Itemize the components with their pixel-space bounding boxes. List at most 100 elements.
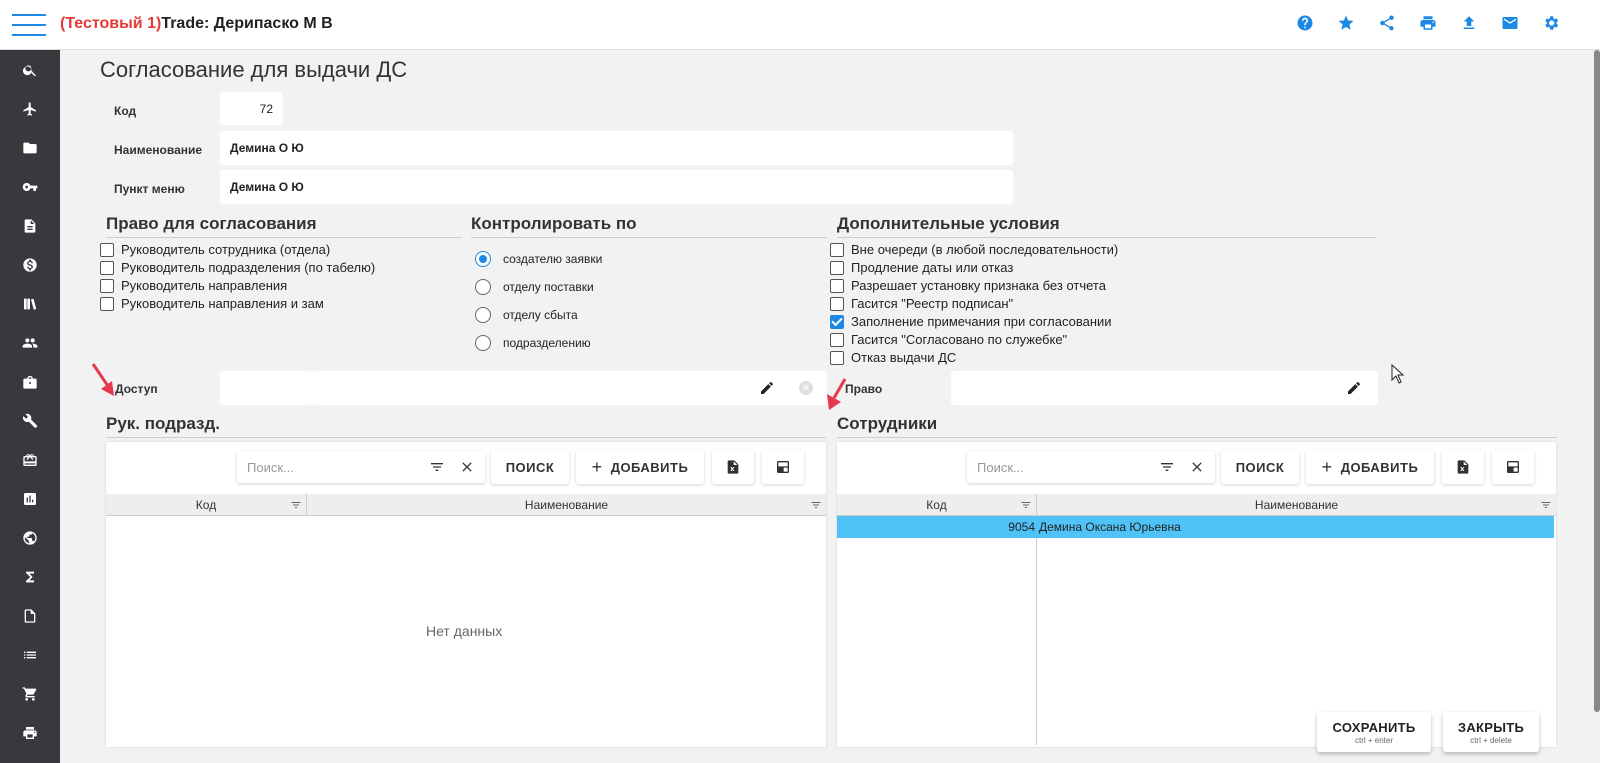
left-search-button[interactable]: ПОИСК bbox=[491, 450, 569, 484]
upload-icon[interactable] bbox=[1460, 14, 1478, 32]
control-option[interactable]: отделу сбыта bbox=[475, 307, 578, 323]
extra-option[interactable]: Разрешает установку признака без отчета bbox=[830, 278, 1106, 293]
left-add-button[interactable]: + ДОБАВИТЬ bbox=[576, 450, 704, 484]
left-columns-button[interactable] bbox=[762, 450, 804, 484]
mail-icon[interactable] bbox=[1501, 14, 1519, 32]
rights-option[interactable]: Руководитель направления bbox=[100, 278, 287, 293]
right-clear-search-icon[interactable] bbox=[1189, 459, 1205, 475]
right-field[interactable] bbox=[951, 371, 1378, 405]
menu-item-field[interactable]: Демина О Ю bbox=[220, 170, 1013, 204]
sidebar-item-business[interactable] bbox=[0, 362, 60, 401]
right-search-button[interactable]: ПОИСК bbox=[1221, 450, 1299, 484]
radio-button[interactable] bbox=[475, 335, 491, 351]
print-icon[interactable] bbox=[1419, 14, 1437, 32]
right-filter-icon[interactable] bbox=[1159, 459, 1175, 475]
left-search-input[interactable] bbox=[247, 459, 415, 475]
name-label: Наименование bbox=[114, 143, 203, 157]
gear-icon[interactable] bbox=[1542, 14, 1560, 32]
filter-icon[interactable] bbox=[1020, 499, 1032, 511]
checkbox[interactable] bbox=[830, 260, 844, 275]
menu-icon[interactable] bbox=[12, 12, 46, 38]
table-row[interactable]: 9054 Демина Оксана Юрьевна bbox=[837, 516, 1554, 538]
checkbox[interactable] bbox=[830, 350, 844, 365]
filter-icon[interactable] bbox=[290, 499, 302, 511]
right-edit-icon[interactable] bbox=[1346, 380, 1362, 396]
left-col-code[interactable]: Код bbox=[106, 494, 307, 516]
sidebar-item-cart[interactable] bbox=[0, 674, 60, 713]
sidebar-item-flights[interactable] bbox=[0, 89, 60, 128]
left-grid-title: Рук. подразд. bbox=[106, 414, 826, 438]
extra-option[interactable]: Отказ выдачи ДС bbox=[830, 350, 956, 365]
rights-option[interactable]: Руководитель подразделения (по табелю) bbox=[100, 260, 375, 275]
access-edit-icon[interactable] bbox=[759, 380, 775, 396]
extra-option-label: Вне очереди (в любой последовательности) bbox=[851, 242, 1119, 257]
save-button[interactable]: СОХРАНИТЬ ctrl + enter bbox=[1317, 712, 1431, 752]
rights-option[interactable]: Руководитель направления и зам bbox=[100, 296, 324, 311]
sidebar-item-keys[interactable] bbox=[0, 167, 60, 206]
checkbox[interactable] bbox=[830, 242, 844, 257]
globe-icon bbox=[23, 530, 37, 545]
left-filter-icon[interactable] bbox=[429, 459, 445, 475]
checkbox[interactable] bbox=[830, 332, 844, 347]
page-scrollbar[interactable] bbox=[1594, 50, 1600, 712]
checkbox[interactable] bbox=[100, 296, 114, 311]
sidebar-item-users[interactable] bbox=[0, 323, 60, 362]
checkbox[interactable] bbox=[830, 314, 844, 329]
right-columns-button[interactable] bbox=[1492, 450, 1534, 484]
close-button[interactable]: ЗАКРЫТЬ ctrl + delete bbox=[1443, 712, 1539, 752]
extra-option[interactable]: Гасится "Согласовано по служебке" bbox=[830, 332, 1067, 347]
checkbox[interactable] bbox=[830, 296, 844, 311]
excel-icon bbox=[727, 460, 739, 474]
checkbox[interactable] bbox=[100, 278, 114, 293]
filter-icon[interactable] bbox=[1540, 499, 1552, 511]
access-name-field[interactable] bbox=[312, 371, 827, 405]
checkbox[interactable] bbox=[830, 278, 844, 293]
sidebar-item-files[interactable] bbox=[0, 596, 60, 635]
sidebar-item-totals[interactable] bbox=[0, 557, 60, 596]
sidebar-item-search[interactable] bbox=[0, 50, 60, 89]
left-search-box bbox=[237, 451, 485, 483]
sidebar-item-lists[interactable] bbox=[0, 635, 60, 674]
sidebar-item-reports[interactable] bbox=[0, 479, 60, 518]
rights-option-label: Руководитель подразделения (по табелю) bbox=[121, 260, 376, 275]
plus-icon: + bbox=[1321, 456, 1333, 477]
control-option[interactable]: подразделению bbox=[475, 335, 591, 351]
extra-option[interactable]: Заполнение примечания при согласовании bbox=[830, 314, 1112, 329]
extra-option[interactable]: Гасится "Реестр подписан" bbox=[830, 296, 1013, 311]
control-option[interactable]: создателю заявки bbox=[475, 251, 602, 267]
sidebar-item-tools[interactable] bbox=[0, 401, 60, 440]
right-col-code[interactable]: Код bbox=[837, 494, 1037, 516]
checkbox[interactable] bbox=[100, 242, 114, 257]
extra-option[interactable]: Вне очереди (в любой последовательности) bbox=[830, 242, 1118, 257]
access-clear-icon[interactable]: ✕ bbox=[799, 381, 813, 395]
checkbox[interactable] bbox=[100, 260, 114, 275]
right-add-button[interactable]: + ДОБАВИТЬ bbox=[1306, 450, 1434, 484]
radio-button[interactable] bbox=[475, 307, 491, 323]
sidebar-item-packages[interactable] bbox=[0, 440, 60, 479]
rights-option[interactable]: Руководитель сотрудника (отдела) bbox=[100, 242, 330, 257]
sidebar-item-library[interactable] bbox=[0, 284, 60, 323]
filter-icon[interactable] bbox=[810, 499, 822, 511]
left-clear-search-icon[interactable] bbox=[459, 459, 475, 475]
extra-option[interactable]: Продление даты или отказ bbox=[830, 260, 1013, 275]
left-col-name[interactable]: Наименование bbox=[307, 494, 826, 516]
airplane-icon bbox=[23, 101, 36, 116]
help-icon[interactable] bbox=[1296, 14, 1314, 32]
right-search-input[interactable] bbox=[977, 459, 1145, 475]
control-option[interactable]: отделу поставки bbox=[475, 279, 594, 295]
radio-button[interactable] bbox=[475, 279, 491, 295]
sidebar-item-documents[interactable] bbox=[0, 206, 60, 245]
sidebar-item-finance[interactable] bbox=[0, 245, 60, 284]
code-field[interactable]: 72 bbox=[220, 92, 283, 125]
right-col-name[interactable]: Наименование bbox=[1037, 494, 1556, 516]
sidebar-item-folders[interactable] bbox=[0, 128, 60, 167]
name-field[interactable]: Демина О Ю bbox=[220, 131, 1013, 165]
right-export-excel-button[interactable] bbox=[1442, 450, 1484, 484]
star-icon[interactable] bbox=[1337, 14, 1355, 32]
access-code-field[interactable] bbox=[220, 371, 312, 405]
sidebar-item-printing[interactable] bbox=[0, 713, 60, 752]
share-icon[interactable] bbox=[1378, 14, 1396, 32]
left-export-excel-button[interactable] bbox=[712, 450, 754, 484]
radio-button[interactable] bbox=[475, 251, 491, 267]
sidebar-item-world[interactable] bbox=[0, 518, 60, 557]
